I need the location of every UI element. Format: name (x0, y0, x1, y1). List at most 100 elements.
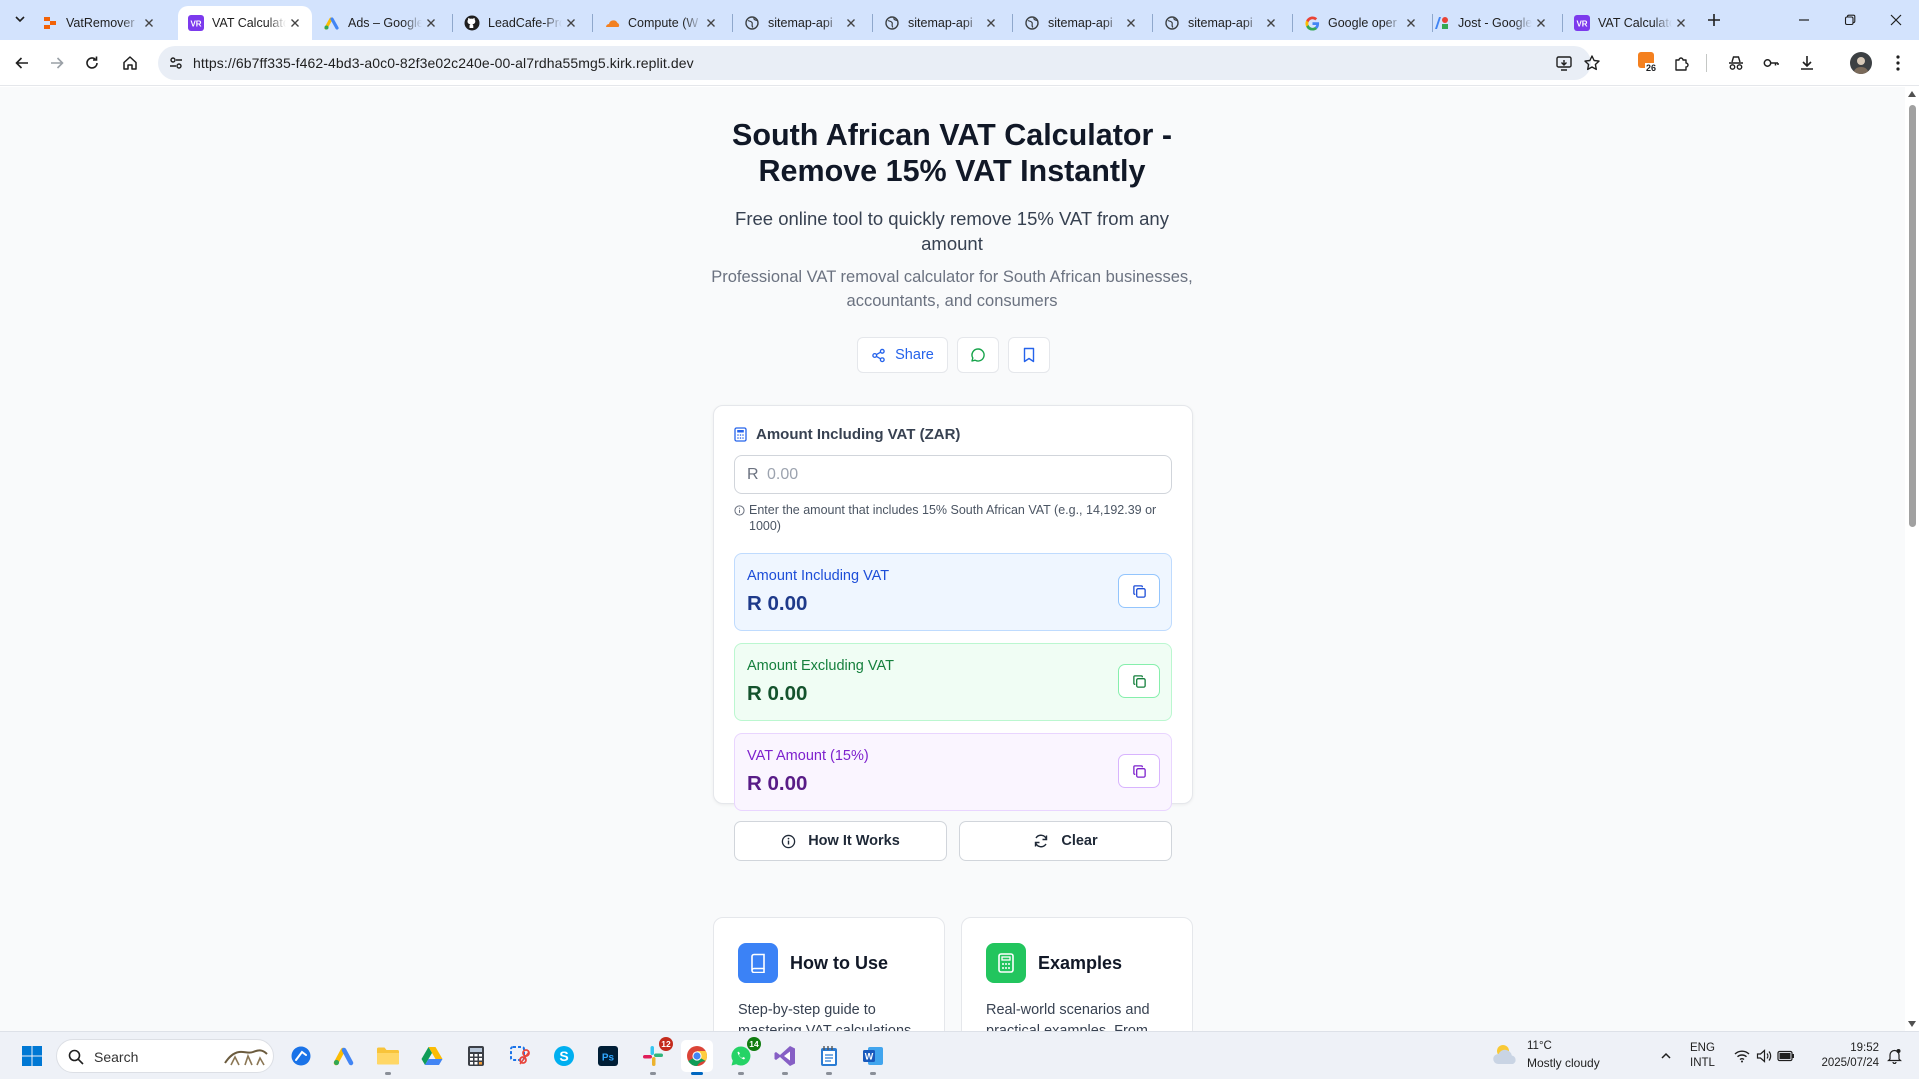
incognito-button[interactable] (1722, 49, 1750, 77)
tab-search-button[interactable] (8, 7, 32, 31)
tab-separator (732, 14, 733, 32)
start-button[interactable] (16, 1040, 48, 1072)
input-language-indicator[interactable]: ENG INTL (1690, 1041, 1715, 1071)
taskbar-calculator[interactable] (460, 1040, 492, 1072)
notification-center-button[interactable] (1883, 1044, 1905, 1068)
forward-button[interactable] (43, 49, 71, 77)
scroll-down-arrow-icon[interactable] (1908, 1021, 1916, 1027)
reload-button[interactable] (78, 49, 106, 77)
bookmark-button[interactable] (1008, 337, 1050, 373)
bookmark-star-icon[interactable] (1582, 53, 1602, 73)
tab-close-icon[interactable] (702, 14, 720, 32)
page-title: South African VAT Calculator - Remove 15… (731, 118, 1173, 188)
browser-tab-active[interactable]: VR VAT Calculator (178, 6, 312, 40)
taskbar-word[interactable]: W (857, 1040, 889, 1075)
minimize-button[interactable] (1781, 0, 1827, 40)
taskbar-file-explorer[interactable] (372, 1040, 404, 1075)
browser-tab[interactable]: Ads – Google (314, 6, 448, 40)
whatsapp-share-button[interactable] (957, 337, 999, 373)
tab-close-icon[interactable] (1402, 14, 1420, 32)
close-window-button[interactable] (1873, 0, 1919, 40)
copy-vat-button[interactable] (1118, 754, 1160, 788)
profile-icon (1853, 57, 1869, 74)
more-vert-icon (1896, 55, 1900, 71)
extension-button[interactable]: 26 (1636, 50, 1658, 74)
book-icon (738, 943, 778, 983)
tab-close-icon[interactable] (286, 14, 304, 32)
search-highlight-icon (224, 1049, 268, 1066)
browser-tab[interactable]: sitemap-api (874, 6, 1008, 40)
clear-button[interactable]: Clear (959, 821, 1172, 861)
taskbar-copilot[interactable] (285, 1040, 317, 1072)
taskbar-snipping-tool[interactable] (504, 1040, 536, 1072)
browser-tab[interactable]: sitemap-api (1014, 6, 1148, 40)
taskbar-google-ads[interactable] (328, 1040, 360, 1072)
wifi-status[interactable] (1731, 1044, 1753, 1068)
url-text[interactable]: https://6b7ff335-f462-4bd3-a0c0-82f3e02c… (193, 55, 694, 71)
amount-input[interactable] (767, 456, 1163, 493)
tab-close-icon[interactable] (422, 14, 440, 32)
tab-close-icon[interactable] (982, 14, 1000, 32)
visual-studio-icon (774, 1046, 795, 1066)
taskbar-google-drive[interactable] (416, 1040, 448, 1072)
home-button[interactable] (116, 49, 144, 77)
how-to-use-card[interactable]: How to Use Step-by-step guide to masteri… (713, 917, 945, 1031)
profile-avatar[interactable] (1850, 52, 1872, 74)
tab-close-icon[interactable] (842, 14, 860, 32)
scroll-thumb[interactable] (1909, 105, 1916, 527)
new-tab-button[interactable] (1702, 8, 1726, 32)
tab-title: sitemap-api (1188, 16, 1253, 30)
tab-separator (872, 14, 873, 32)
browser-tab[interactable]: LeadCafe-Pro (454, 6, 588, 40)
scroll-up-arrow-icon[interactable] (1908, 91, 1916, 97)
site-info-icon[interactable] (168, 55, 184, 71)
taskbar-chrome[interactable] (681, 1040, 713, 1075)
how-it-works-button[interactable]: How It Works (734, 821, 947, 861)
tab-title: Jost - Google (1458, 16, 1532, 30)
toolbar-separator (1706, 54, 1707, 72)
taskbar-search[interactable]: Search (56, 1039, 274, 1073)
chevron-down-icon (15, 16, 25, 23)
browser-tab[interactable]: VatRemover (32, 6, 166, 40)
browser-toolbar: https://6b7ff335-f462-4bd3-a0c0-82f3e02c… (0, 40, 1919, 86)
taskbar-skype[interactable]: S (548, 1040, 580, 1072)
slack-badge: 12 (659, 1037, 673, 1051)
restore-button[interactable] (1827, 0, 1873, 40)
downloads-button[interactable] (1793, 49, 1821, 77)
system-clock[interactable]: 19:52 2025/07/24 (1806, 1041, 1879, 1071)
taskbar-whatsapp[interactable]: 14 (725, 1037, 761, 1075)
tab-close-icon[interactable] (1122, 14, 1140, 32)
browser-menu-button[interactable] (1884, 49, 1912, 77)
browser-tab[interactable]: sitemap-api (734, 6, 868, 40)
tab-close-icon[interactable] (1262, 14, 1280, 32)
show-hidden-icons-button[interactable] (1655, 1044, 1677, 1068)
download-icon (1801, 56, 1813, 70)
browser-tab[interactable]: VR VAT Calculator (1564, 6, 1698, 40)
address-bar[interactable]: https://6b7ff335-f462-4bd3-a0c0-82f3e02c… (158, 46, 1600, 80)
browser-tab[interactable]: Google oper (1294, 6, 1428, 40)
tab-close-icon[interactable] (140, 14, 158, 32)
taskbar-notepad[interactable] (813, 1040, 845, 1075)
page-scrollbar[interactable] (1905, 87, 1919, 1031)
battery-status[interactable] (1775, 1044, 1797, 1068)
password-manager-button[interactable] (1757, 49, 1785, 77)
tab-close-icon[interactable] (562, 14, 580, 32)
tab-close-icon[interactable] (1532, 14, 1550, 32)
back-button[interactable] (8, 49, 36, 77)
taskbar-slack[interactable]: 12 (637, 1037, 673, 1075)
browser-tab[interactable]: Jost - Google (1424, 6, 1558, 40)
install-app-icon[interactable] (1554, 53, 1574, 73)
copy-excluding-button[interactable] (1118, 664, 1160, 698)
volume-status[interactable] (1753, 1044, 1775, 1068)
taskbar-visual-studio[interactable] (769, 1040, 801, 1075)
browser-tab[interactable]: sitemap-api (1154, 6, 1288, 40)
copy-including-button[interactable] (1118, 574, 1160, 608)
globe-icon (1024, 15, 1040, 31)
tab-close-icon[interactable] (1672, 14, 1690, 32)
share-button[interactable]: Share (857, 337, 948, 373)
taskbar-photoshop[interactable]: Ps (592, 1040, 624, 1072)
svg-text:W: W (865, 1052, 874, 1062)
examples-card[interactable]: Examples Real-world scenarios and practi… (961, 917, 1193, 1031)
browser-tab[interactable]: Compute (W (594, 6, 728, 40)
extensions-menu-button[interactable] (1668, 49, 1696, 77)
